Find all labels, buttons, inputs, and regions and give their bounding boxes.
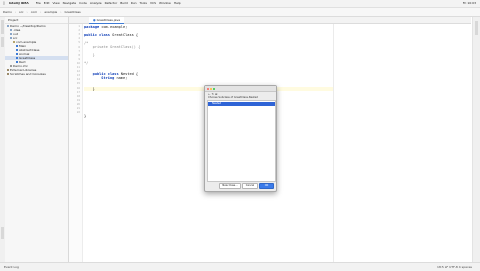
line-number: 10 (76, 61, 80, 65)
file-icon (10, 65, 12, 67)
line-number: 14 (76, 78, 80, 82)
app-menu[interactable]: IntelliJ IDEA (9, 1, 29, 5)
line-number: 21 (76, 107, 80, 110)
code-line-14: } (84, 87, 95, 91)
selected-row-label: Nested (212, 102, 222, 105)
line-number: 16 (76, 86, 80, 90)
line-number: 2 (78, 29, 80, 33)
breadcrumb-item[interactable]: example (44, 10, 57, 14)
scratch-icon (7, 73, 9, 75)
folder-icon (10, 33, 12, 35)
project-panel: Project Demo ~/Desktop/Demo .idea out src co… (5, 17, 69, 262)
list-item[interactable]: Nested (208, 102, 275, 106)
library-icon (7, 69, 9, 71)
tab-label: GreatClass.java (96, 18, 121, 22)
line-number: 20 (76, 102, 80, 106)
code-line-8: } (84, 53, 95, 57)
structure-tool-button[interactable] (1, 37, 4, 47)
menu-bar-clock: Fri 10:03 (462, 1, 476, 5)
menu-item-edit[interactable]: Edit (44, 1, 50, 5)
line-number: 1 (78, 25, 80, 28)
minimize-window-icon[interactable] (210, 87, 212, 90)
breadcrumb: Demo › src › com › example › GreatClass (0, 8, 480, 17)
code-line-9: */ (84, 61, 89, 65)
menu-item-build[interactable]: Build (120, 1, 128, 5)
class-icon (16, 53, 18, 55)
class-icon (16, 61, 18, 63)
package-icon (13, 41, 15, 43)
dialog-caption: Choose Subclass of GreatClass.Nested (208, 96, 258, 99)
apple-menu-icon[interactable]:  (3, 1, 5, 5)
menu-item-refactor[interactable]: Refactor (105, 1, 118, 5)
line-number: 11 (76, 66, 80, 69)
line-number-gutter[interactable]: 1 2 3 4 5 6 7 8 9 10 11 12 13 14 15 16 17 18 19 20 21 22 (69, 24, 83, 262)
line-number: 17 (76, 90, 80, 94)
line-number: 12 (76, 70, 80, 74)
line-number: 19 (76, 98, 80, 102)
menu-item-vcs[interactable]: VCS (150, 1, 156, 5)
code-line-12: String name; (84, 76, 128, 80)
menu-item-analyze[interactable]: Analyze (90, 1, 102, 5)
status-bar-left[interactable]: Event Log (4, 265, 19, 269)
list-item[interactable]: Scratches and Consoles (5, 72, 68, 76)
project-panel-header[interactable]: Project (5, 17, 68, 24)
code-line-6: private GreatClass() { (84, 45, 141, 49)
menu-item-tools[interactable]: Tools (140, 1, 147, 5)
zoom-window-icon[interactable] (213, 87, 215, 90)
favorites-tool-button[interactable] (1, 227, 4, 239)
breadcrumb-item[interactable]: src (19, 10, 23, 14)
folder-icon (10, 29, 12, 31)
menu-item-window[interactable]: Window (159, 1, 171, 5)
menu-item-file[interactable]: File (36, 1, 41, 5)
line-number: 7 (78, 49, 80, 53)
cancel-button[interactable]: Cancel (242, 183, 258, 189)
menu-item-view[interactable]: View (53, 1, 60, 5)
breadcrumb-separator-icon: › (60, 10, 62, 14)
gradle-tool-button[interactable] (475, 21, 478, 35)
folder-icon (7, 25, 9, 27)
menu-item-navigate[interactable]: Navigate (63, 1, 76, 5)
tree-item-label: Scratches and Consoles (10, 72, 46, 76)
line-number: 15 (76, 82, 80, 86)
line-number: 22 (76, 111, 80, 115)
project-tree: Demo ~/Desktop/Demo .idea out src com.exampl… (5, 24, 68, 76)
menu-item-help[interactable]: Help (174, 1, 181, 5)
breadcrumb-separator-icon: › (26, 10, 28, 14)
close-window-icon[interactable] (207, 87, 209, 90)
menu-items: File Edit View Navigate Code Analyze Refactor B… (33, 1, 181, 5)
editor-tab-bar: ● GreatClass.java (69, 17, 471, 24)
line-number: 18 (76, 94, 80, 98)
java-class-icon: ● (93, 18, 96, 22)
breadcrumb-item[interactable]: com (31, 10, 37, 14)
breadcrumb-separator-icon: › (14, 10, 17, 14)
folder-icon (10, 37, 12, 39)
menu-bar:  IntelliJ IDEA FileEditViewNavigateCode… (0, 0, 480, 8)
line-number: 4 (78, 37, 80, 41)
class-icon (16, 57, 18, 59)
class-icon (16, 45, 18, 47)
menu-item-run[interactable]: Run (131, 1, 137, 5)
tab-greatclass[interactable]: ● GreatClass.java (89, 17, 125, 24)
menu-item-code[interactable]: Code (79, 1, 87, 5)
ok-button[interactable]: OK (259, 183, 274, 189)
line-number: 8 (78, 53, 80, 57)
code-line-3: public class GreatClass { (84, 33, 139, 37)
new-class-button[interactable]: New Class... (219, 183, 241, 189)
breadcrumb-separator-icon: › (40, 10, 42, 14)
line-number: 9 (78, 57, 80, 61)
class-icon (16, 49, 18, 51)
line-number: 3 (78, 33, 80, 37)
choose-subclass-dialog: ← ↻ ⊞ Choose Subclass of GreatClass.Nest… (204, 85, 277, 192)
code-line-1: package com.example; (84, 25, 128, 29)
project-tool-button[interactable] (1, 20, 4, 34)
right-tool-stripe (472, 17, 480, 262)
line-number: 5 (78, 41, 80, 45)
breadcrumb-item[interactable]: GreatClass (64, 10, 80, 14)
breadcrumb-item[interactable]: Demo (3, 10, 12, 14)
code-line-16: } (84, 114, 87, 118)
line-number: 6 (78, 45, 80, 49)
subclass-list[interactable]: Nested (207, 100, 276, 182)
line-number: 13 (76, 74, 80, 78)
